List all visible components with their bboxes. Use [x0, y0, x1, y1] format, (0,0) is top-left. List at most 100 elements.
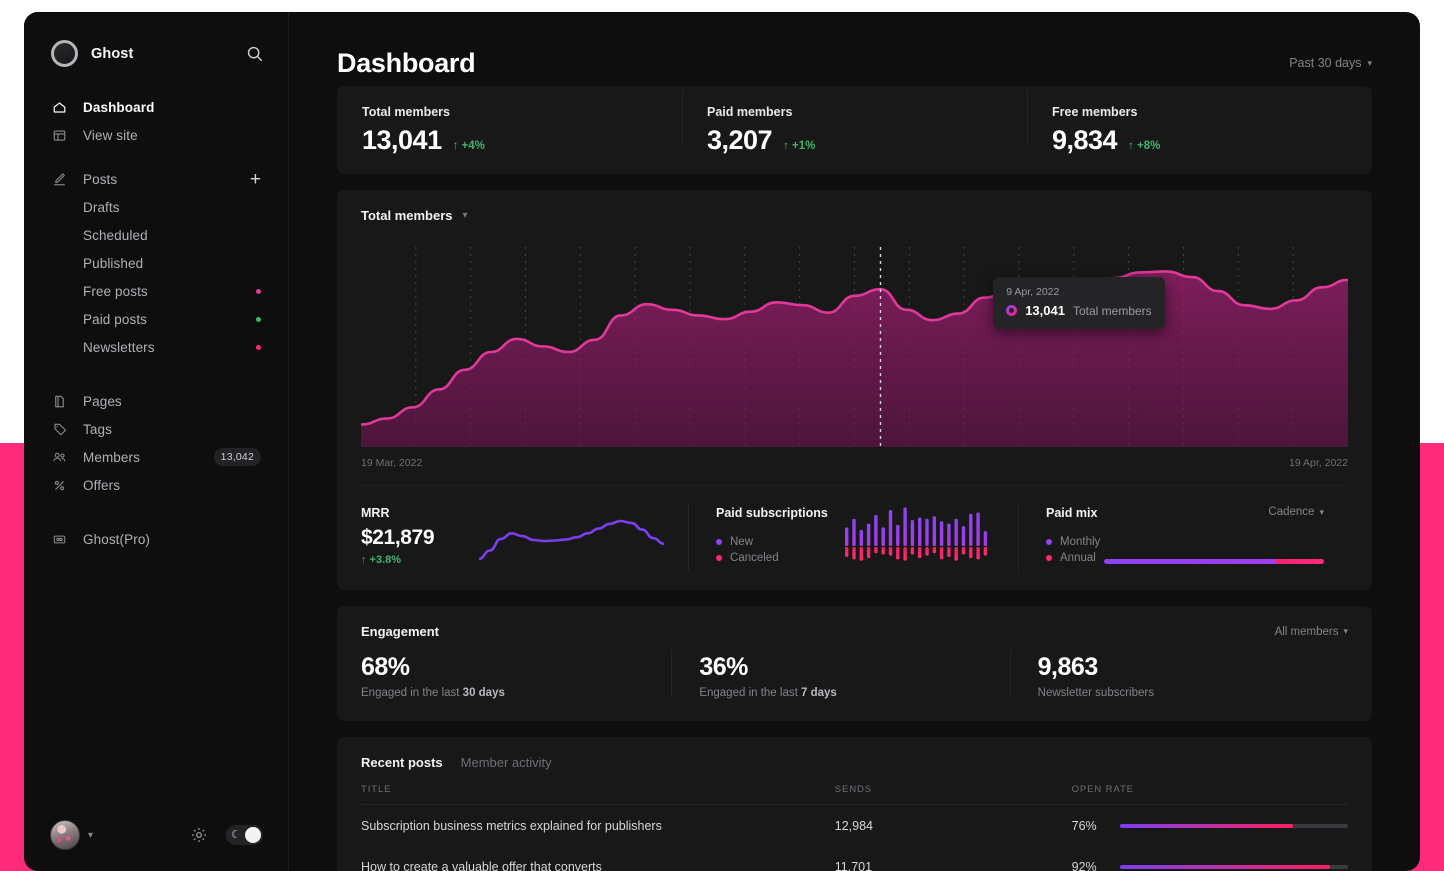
sidebar-item-free-posts[interactable]: Free posts [40, 277, 272, 305]
sidebar-item-newsletters[interactable]: Newsletters [40, 333, 272, 361]
table-row[interactable]: How to create a valuable offer that conv… [361, 846, 1348, 871]
engagement-caption-prefix: Engaged in the last [361, 687, 463, 699]
sidebar-item-label: Scheduled [83, 227, 148, 243]
chevron-down-icon[interactable]: ▾ [88, 830, 93, 841]
sidebar-item-paid-posts[interactable]: Paid posts [40, 305, 272, 333]
paid-subscriptions-legend: New Canceled [716, 536, 834, 564]
sidebar-item-label: Pages [83, 393, 122, 409]
search-icon[interactable] [244, 44, 264, 64]
legend-item-monthly: Monthly [1046, 536, 1100, 548]
sidebar-item-posts[interactable]: Posts + [40, 165, 272, 193]
paid-mix-bar [1104, 559, 1324, 564]
home-icon [51, 99, 68, 116]
tab-recent-posts[interactable]: Recent posts [361, 755, 443, 770]
paid-mix-legend: Monthly Annual [1046, 536, 1100, 568]
stat-paid-members: Paid members 3,207 ↑ +1% [682, 88, 1027, 156]
sidebar-nav: Dashboard View site Posts + Drafts Sched… [24, 93, 288, 553]
paid-mix-panel: Paid mix Cadence ▾ Monthly Annual [1018, 486, 1348, 590]
sidebar-item-ghost-pro[interactable]: Ghost(Pro) [40, 525, 272, 553]
engagement-filter-label: All members [1274, 625, 1339, 638]
sidebar-item-pages[interactable]: Pages [40, 387, 272, 415]
mrr-sparkline [479, 519, 664, 561]
stat-label: Total members [362, 104, 450, 119]
stat-row: 13,041 ↑ +4% [362, 125, 682, 156]
sidebar-item-published[interactable]: Published [40, 249, 272, 277]
sidebar-item-label: Members [83, 449, 140, 465]
members-chart-svg [361, 247, 1348, 447]
app-window: Ghost Dashboard View site Posts + Drafts… [24, 12, 1420, 871]
chevron-down-icon[interactable]: ▾ [463, 210, 468, 221]
column-header-open-rate: OPEN RATE [1071, 784, 1348, 805]
legend-item-new: New [716, 536, 834, 548]
engagement-header: Engagement All members ▾ [361, 624, 1348, 639]
engagement-value: 36% [699, 653, 748, 681]
sidebar: Ghost Dashboard View site Posts + Drafts… [24, 12, 289, 871]
stat-value: 13,041 [362, 124, 442, 155]
post-sends: 11,701 [834, 860, 873, 871]
theme-toggle[interactable]: ☾ [226, 825, 263, 845]
cadence-select[interactable]: Cadence ▾ [1268, 506, 1324, 518]
paid-mix-monthly-segment [1104, 559, 1276, 564]
mrr-value: $21,879 [361, 526, 435, 549]
stat-delta: ↑ +4% [452, 139, 485, 152]
engagement-cell-30-days: 68% Engaged in the last 30 days [361, 653, 671, 699]
table-head: TITLE SENDS OPEN RATE [361, 784, 1348, 805]
sidebar-item-drafts[interactable]: Drafts [40, 193, 272, 221]
engagement-cell-subscribers: 9,863 Newsletter subscribers [1009, 649, 1348, 699]
engagement-caption-strong: 30 days [462, 687, 505, 699]
chart-tooltip: 9 Apr, 2022 13,041 Total members [993, 277, 1165, 329]
table-header-row: TITLE SENDS OPEN RATE [361, 784, 1348, 805]
sidebar-item-offers[interactable]: Offers [40, 471, 272, 499]
engagement-title: Engagement [361, 624, 440, 639]
sidebar-item-dashboard[interactable]: Dashboard [40, 93, 272, 121]
sidebar-item-view-site[interactable]: View site [40, 121, 272, 149]
open-rate-track [1119, 824, 1348, 828]
stat-row: 9,834 ↑ +8% [1052, 125, 1372, 156]
stat-label: Paid members [707, 104, 793, 119]
tooltip-date: 9 Apr, 2022 [1006, 286, 1060, 298]
edit-icon [51, 171, 68, 188]
page-header: Dashboard Past 30 days ▾ [337, 12, 1372, 86]
gear-icon[interactable] [189, 826, 208, 845]
sub-metrics-row: MRR $21,879 ↑ +3.8% Paid subscriptions N… [361, 485, 1348, 590]
sidebar-item-tags[interactable]: Tags [40, 415, 272, 443]
tab-member-activity[interactable]: Member activity [461, 755, 552, 770]
recent-posts-table: TITLE SENDS OPEN RATE Subscription busin… [361, 784, 1348, 871]
chart-title: Total members [361, 208, 453, 223]
cadence-label: Cadence [1268, 506, 1315, 518]
members-chart[interactable]: 9 Apr, 2022 13,041 Total members [361, 247, 1348, 447]
ghostpro-icon [51, 531, 68, 548]
sidebar-item-scheduled[interactable]: Scheduled [40, 221, 272, 249]
engagement-caption-prefix: Engaged in the last [699, 687, 801, 699]
date-range-label: Past 30 days [1289, 56, 1362, 70]
sidebar-item-label: Offers [83, 477, 121, 493]
nav-group-secondary: Pages Tags Members 13,042 Offers [24, 387, 288, 499]
recent-posts-tabs: Recent posts Member activity [361, 755, 1348, 770]
stat-value: 3,207 [707, 124, 773, 155]
paid-mix-header: Paid mix Cadence ▾ [1046, 506, 1324, 520]
legend-dot [1046, 539, 1052, 545]
plus-icon[interactable]: + [250, 170, 261, 189]
engagement-caption: Engaged in the last 7 days [699, 687, 1009, 699]
footer-actions: ☾ [189, 825, 263, 845]
engagement-caption-strong: 7 days [801, 687, 837, 699]
table-row[interactable]: Subscription business metrics explained … [361, 805, 1348, 847]
column-header-title: TITLE [361, 784, 835, 805]
legend-label: Canceled [730, 552, 779, 564]
ghost-logo-icon [51, 40, 78, 67]
moon-icon: ☾ [231, 828, 241, 841]
engagement-row: 68% Engaged in the last 30 days 36% Enga… [361, 649, 1348, 699]
post-title: Subscription business metrics explained … [361, 819, 662, 833]
tooltip-marker-icon [1006, 305, 1018, 316]
avatar[interactable] [50, 820, 80, 850]
engagement-filter-select[interactable]: All members ▾ [1275, 626, 1348, 638]
post-sends: 12,984 [834, 819, 873, 833]
date-range-select[interactable]: Past 30 days ▾ [1289, 56, 1372, 70]
stat-delta: ↑ +8% [1128, 139, 1161, 152]
engagement-cell-7-days: 36% Engaged in the last 7 days [671, 649, 1009, 699]
sidebar-item-members[interactable]: Members 13,042 [40, 443, 272, 471]
engagement-card: Engagement All members ▾ 68% Engaged in … [337, 606, 1372, 721]
post-open-rate-cell: 92% [1072, 846, 1348, 871]
